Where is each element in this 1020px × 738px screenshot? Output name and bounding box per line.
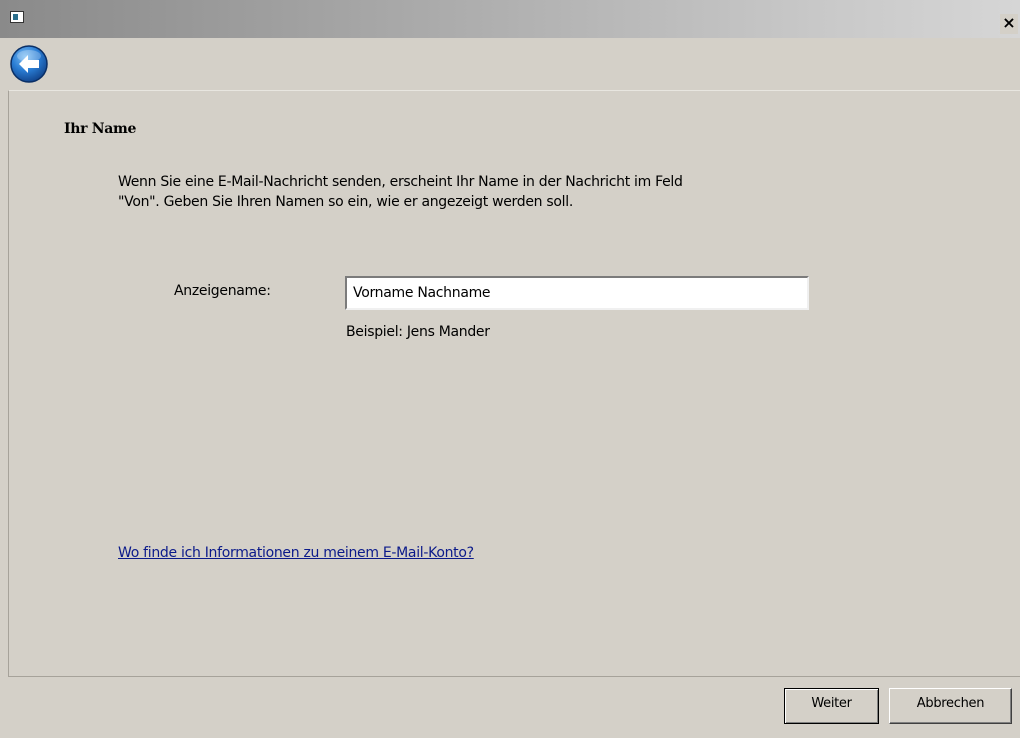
description: Wenn Sie eine E-Mail-Nachricht senden, e… (118, 172, 818, 212)
title-bar: × (0, 0, 1020, 38)
description-line-2: "Von". Geben Sie Ihren Namen so ein, wie… (118, 194, 573, 210)
example-text: Beispiel: Jens Mander (346, 324, 490, 340)
cancel-button[interactable]: Abbrechen (889, 688, 1012, 724)
app-icon (10, 11, 24, 23)
next-button[interactable]: Weiter (784, 688, 879, 724)
back-button[interactable] (9, 44, 49, 84)
display-name-label: Anzeigename: (174, 283, 271, 299)
page-title: Ihr Name (64, 121, 137, 137)
description-line-1: Wenn Sie eine E-Mail-Nachricht senden, e… (118, 174, 683, 190)
back-arrow-icon (10, 45, 48, 83)
setup-dialog: × Ihr Name Wenn Sie eine E-Mail-Nachrich… (0, 0, 1020, 738)
account-info-help-link[interactable]: Wo finde ich Informationen zu meinem E-M… (118, 545, 474, 561)
close-icon[interactable]: × (1000, 14, 1018, 34)
display-name-field[interactable] (345, 276, 809, 310)
